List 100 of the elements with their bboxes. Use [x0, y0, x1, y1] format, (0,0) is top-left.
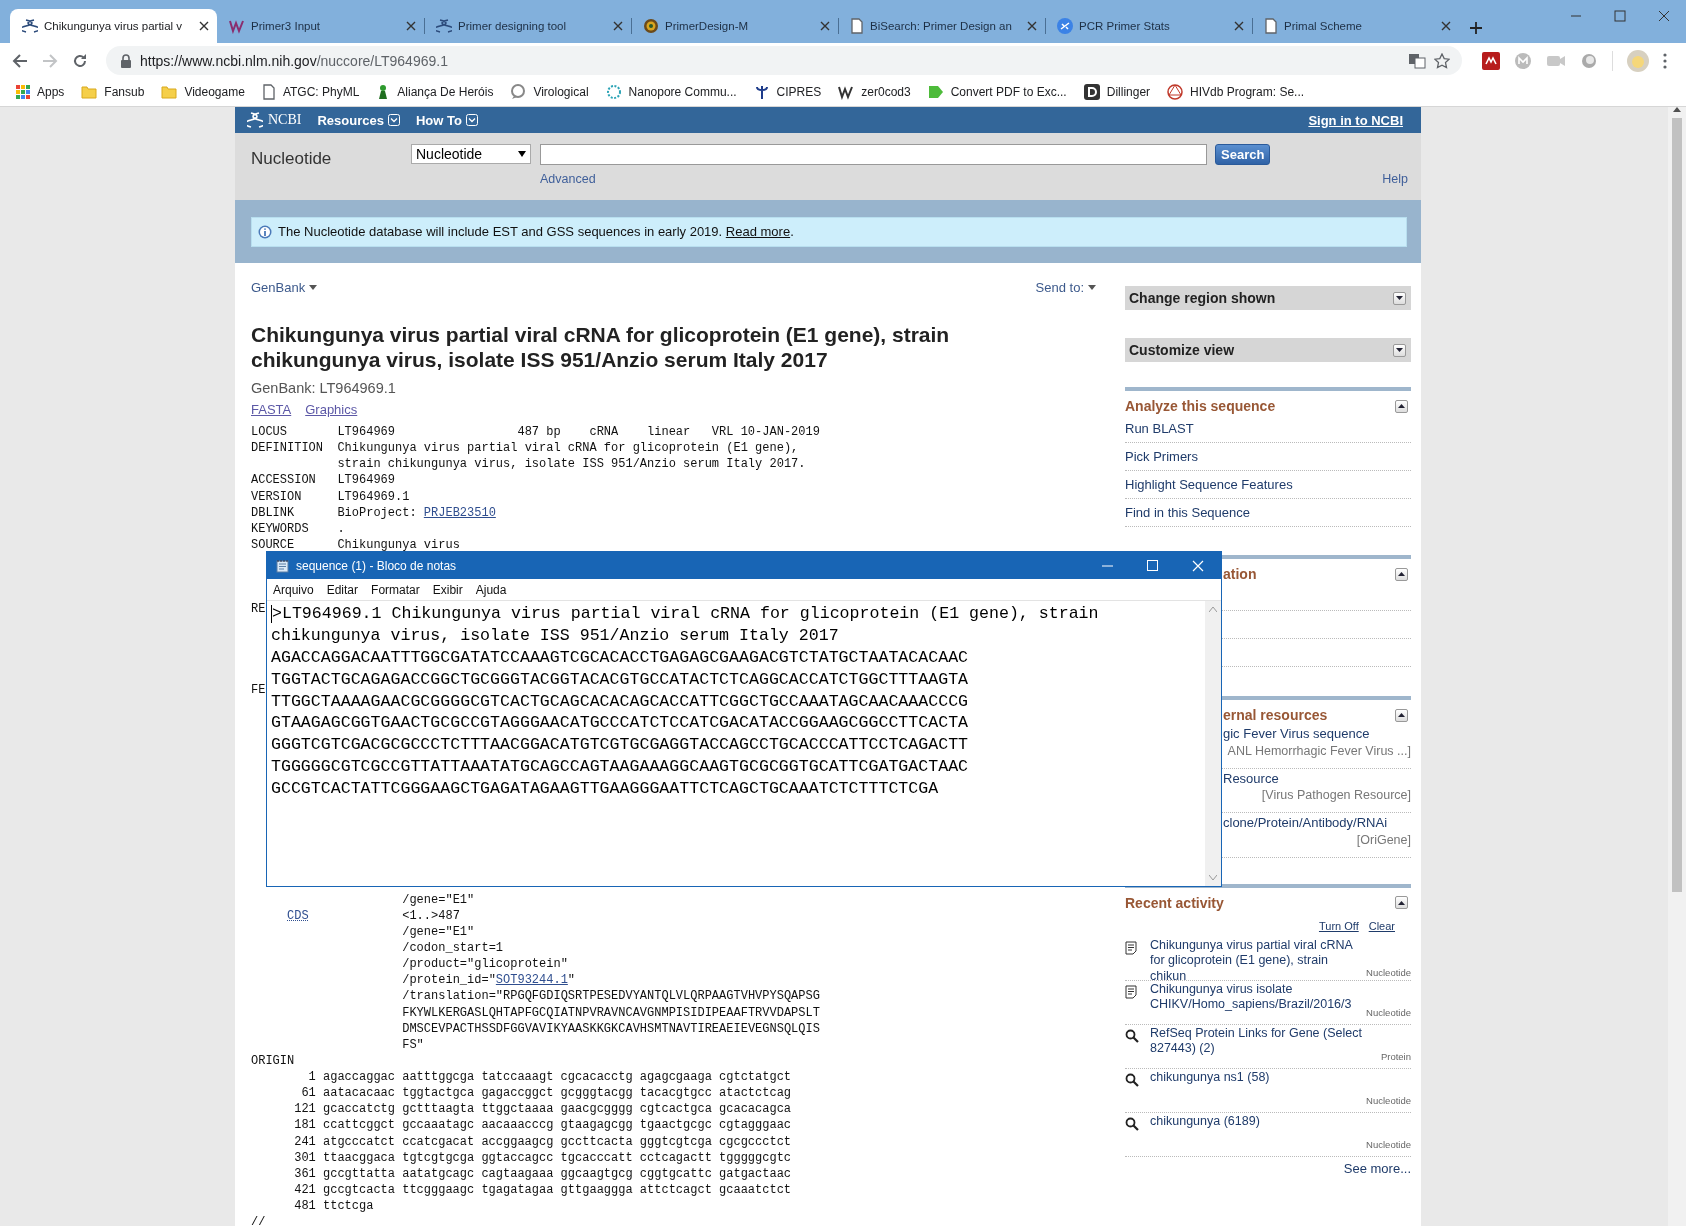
- resource-link[interactable]: clone/Protein/Antibody/RNAi: [1223, 815, 1388, 830]
- dropdown-icon[interactable]: [387, 114, 400, 126]
- help-link[interactable]: Help: [1382, 172, 1408, 186]
- bookmark-link[interactable]: HIVdb Program: Se...: [1190, 85, 1305, 99]
- bookmark-link[interactable]: Apps: [37, 85, 65, 99]
- browser-tab[interactable]: Primal Scheme: [1252, 9, 1459, 43]
- close-icon[interactable]: [1658, 10, 1670, 22]
- browser-tab[interactable]: Primer3 Input: [217, 9, 424, 43]
- close-icon[interactable]: [1234, 21, 1244, 31]
- trident-icon[interactable]: [753, 84, 770, 100]
- menu-item[interactable]: Formatar: [371, 582, 420, 597]
- zigzag-icon[interactable]: [838, 84, 855, 100]
- translate-icon[interactable]: [1408, 52, 1426, 69]
- advanced-link[interactable]: Advanced: [535, 172, 1215, 186]
- tool-link[interactable]: Find in this Sequence: [1125, 505, 1251, 520]
- scroll-thumb[interactable]: [1672, 118, 1682, 892]
- polyhedron-icon[interactable]: [1167, 84, 1184, 100]
- database-select[interactable]: Nucleotide: [411, 144, 531, 164]
- close-icon[interactable]: [820, 21, 830, 31]
- see-more-link[interactable]: See more...: [1343, 1160, 1411, 1176]
- bookmark-link[interactable]: ATGC: PhyML: [282, 85, 360, 99]
- recent-link[interactable]: Chikungunya virus partial viral cRNA for glicoprotein (E1 gene), strain chikun: [1150, 937, 1367, 984]
- feature-link[interactable]: CDS: [287, 908, 309, 923]
- browser-tab[interactable]: BiSearch: Primer Design an: [838, 9, 1045, 43]
- bookmark-link[interactable]: zer0cod3: [861, 85, 911, 99]
- bookmark-link[interactable]: Videogame: [184, 85, 245, 99]
- bookmark-link[interactable]: Dillinger: [1106, 85, 1151, 99]
- menu-item[interactable]: Ajuda: [475, 582, 507, 597]
- reload-icon[interactable]: [72, 52, 88, 69]
- record-link[interactable]: PRJEB23510: [423, 505, 496, 520]
- tool-link[interactable]: Highlight Sequence Features: [1125, 477, 1293, 492]
- resource-link[interactable]: gic Fever Virus sequence: [1223, 726, 1370, 741]
- document-icon: [1264, 18, 1278, 34]
- close-icon[interactable]: [199, 21, 209, 31]
- resource-link[interactable]: Resource: [1223, 770, 1279, 786]
- collapse-button[interactable]: [1395, 399, 1408, 413]
- apps-icon[interactable]: [16, 85, 30, 99]
- collapse-button[interactable]: [1395, 896, 1408, 909]
- text-line: GCCGTCACTATTCGGGAAGCTGAGATAGAAGTTGAAGGGAATTCTCAGCTGCAAATCTCTTTCTCGA: [271, 778, 939, 801]
- view-link[interactable]: FASTA: [251, 402, 292, 419]
- send-to-menu[interactable]: Send to:: [1035, 279, 1084, 295]
- tool-link[interactable]: Run BLAST: [1125, 421, 1194, 436]
- menu-link[interactable]: Resources: [317, 112, 384, 128]
- turn-off-link[interactable]: Turn Off: [1318, 919, 1359, 932]
- star-icon[interactable]: [1434, 52, 1450, 69]
- maximize-icon[interactable]: [1614, 10, 1626, 22]
- close-icon[interactable]: [1441, 21, 1451, 31]
- panel-header[interactable]: Change region shown: [1125, 286, 1411, 310]
- collapse-button[interactable]: [1393, 343, 1406, 357]
- bookmark-link[interactable]: Fansub: [104, 85, 145, 99]
- speech-bubble-icon[interactable]: [510, 84, 527, 100]
- search-field[interactable]: [540, 144, 1207, 165]
- menu-link[interactable]: How To: [415, 112, 462, 128]
- clear-link[interactable]: Clear: [1368, 919, 1395, 932]
- format-menu[interactable]: GenBank: [251, 279, 306, 295]
- extension-icon[interactable]: [1482, 51, 1500, 70]
- address-bar[interactable]: https://www.ncbi.nlm.nih.gov/nuccore/LT964969.1: [106, 46, 1462, 75]
- sign-in-link[interactable]: Sign in to NCBI: [1308, 112, 1403, 128]
- browser-tab[interactable]: Primer designing tool: [424, 9, 631, 43]
- recent-link[interactable]: chikungunya (6189): [1150, 1113, 1367, 1156]
- close-icon[interactable]: [613, 21, 623, 31]
- scrollbar[interactable]: [1205, 601, 1221, 886]
- search-button[interactable]: Search: [1215, 144, 1271, 165]
- bookmark-link[interactable]: Aliança De Heróis: [397, 85, 494, 99]
- back-icon[interactable]: [12, 52, 28, 69]
- menu-item[interactable]: Arquivo: [273, 582, 314, 597]
- collapse-button[interactable]: [1395, 567, 1408, 581]
- browser-tab[interactable]: PCR Primer Stats: [1045, 9, 1252, 43]
- view-link[interactable]: Graphics: [305, 402, 358, 419]
- notice-text: The Nucleotide database will include EST and GSS sequences in early 2019. Read more.: [278, 224, 794, 239]
- caret-icon: [518, 151, 526, 157]
- tool-link[interactable]: Pick Primers: [1125, 449, 1198, 464]
- bracket-icon[interactable]: [1083, 84, 1100, 100]
- field-value: LT964969 487 bp cRNA linear VRL 10-JAN-2019: [337, 424, 820, 441]
- field-label: VERSION: [251, 489, 302, 504]
- menu-item[interactable]: Editar: [326, 582, 359, 597]
- database-label: Nucleotide: [1366, 1094, 1411, 1108]
- database-title: Nucleotide: [251, 148, 333, 169]
- field-label: SOURCE: [251, 537, 295, 552]
- bookmark-link[interactable]: Virological: [533, 85, 589, 99]
- recent-link[interactable]: chikungunya ns1 (58): [1150, 1069, 1367, 1112]
- panel-header[interactable]: Customize view: [1125, 338, 1411, 362]
- sequence-position: 1: [307, 1069, 316, 1086]
- menu-icon[interactable]: [1663, 52, 1667, 69]
- dropdown-icon[interactable]: [465, 114, 478, 126]
- ring-icon[interactable]: [605, 84, 622, 100]
- new-tab-icon[interactable]: [1469, 21, 1483, 35]
- collapse-button[interactable]: [1395, 708, 1408, 722]
- menu-item[interactable]: Exibir: [432, 582, 463, 597]
- collapse-button[interactable]: [1393, 291, 1406, 305]
- browser-tab[interactable]: PrimerDesign-M: [631, 9, 838, 43]
- bookmark-link[interactable]: CIPRES: [776, 85, 822, 99]
- browser-tab[interactable]: Chikungunya virus partial v: [10, 9, 217, 43]
- bookmark-link[interactable]: Nanopore Commu...: [628, 85, 737, 99]
- close-icon[interactable]: [1027, 21, 1037, 31]
- recent-link[interactable]: Chikungunya virus isolate CHIKV/Homo_sapiens/Brazil/2016/3: [1150, 981, 1367, 1024]
- close-icon[interactable]: [406, 21, 416, 31]
- record-link[interactable]: SOT93244.1: [495, 973, 568, 988]
- bookmark-link[interactable]: Convert PDF to Exc...: [950, 85, 1067, 99]
- recent-link[interactable]: RefSeq Protein Links for Gene (Select 827443) (2): [1150, 1025, 1381, 1068]
